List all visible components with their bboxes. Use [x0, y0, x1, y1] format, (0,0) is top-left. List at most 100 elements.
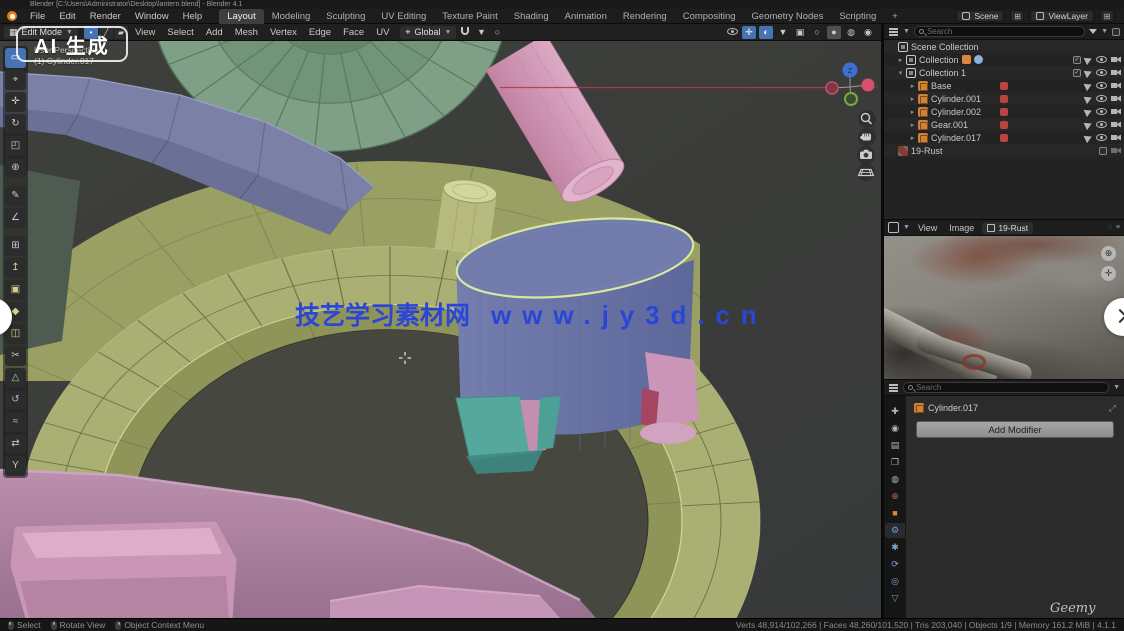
rotate-tool[interactable]: ↻: [5, 114, 26, 134]
outliner-search-input[interactable]: Search: [914, 26, 1085, 37]
properties-search-input[interactable]: Search: [903, 382, 1109, 393]
smooth-tool[interactable]: ≈: [5, 412, 26, 432]
menu-face[interactable]: Face: [338, 24, 369, 41]
menu-select[interactable]: Select: [162, 24, 198, 41]
gizmo-x-pos[interactable]: [862, 79, 875, 92]
tool-tab[interactable]: ✚: [885, 404, 905, 419]
add-modifier-button[interactable]: Add Modifier: [916, 421, 1114, 438]
gizmo-y-pos[interactable]: [845, 93, 857, 105]
render-visibility-icon[interactable]: [1111, 82, 1121, 89]
visibility-eye-icon[interactable]: [1096, 56, 1107, 63]
snap-magnet-icon[interactable]: [458, 26, 472, 39]
selectable-toggle-icon[interactable]: [1084, 106, 1094, 116]
menu-image[interactable]: Image: [945, 223, 978, 233]
image-zoom-gizmo-icon[interactable]: ⊕: [1101, 246, 1116, 261]
render-visibility-icon[interactable]: [1111, 134, 1121, 141]
selectable-toggle-icon[interactable]: [1084, 54, 1094, 64]
inset-faces-tool[interactable]: ▣: [5, 280, 26, 300]
render-visibility-icon[interactable]: [1111, 95, 1121, 102]
tab-texture-paint[interactable]: Texture Paint: [434, 9, 505, 24]
menu-add[interactable]: Add: [201, 24, 228, 41]
move-tool[interactable]: ✛: [5, 92, 26, 112]
outliner-row-scene-collection[interactable]: Scene Collection: [884, 40, 1124, 53]
blender-logo-icon[interactable]: [7, 11, 17, 21]
constraints-tab[interactable]: ◎: [885, 574, 905, 589]
add-cube-tool[interactable]: ⊞: [5, 236, 26, 256]
disclosure-icon[interactable]: ▾: [896, 69, 905, 77]
menu-window[interactable]: Window: [128, 9, 176, 24]
new-collection-button[interactable]: [1112, 28, 1120, 36]
outliner-row-object[interactable]: ▸ Cylinder.002: [884, 105, 1124, 118]
scene-selector[interactable]: Scene: [956, 10, 1004, 22]
outliner-row-object[interactable]: ▸ Base: [884, 79, 1124, 92]
menu-help[interactable]: Help: [176, 9, 210, 24]
menu-mesh[interactable]: Mesh: [230, 24, 263, 41]
menu-view[interactable]: View: [914, 223, 941, 233]
snap-options-dropdown[interactable]: ▼: [474, 26, 488, 39]
tab-geometry-nodes[interactable]: Geometry Nodes: [744, 9, 832, 24]
render-visibility-icon[interactable]: [1111, 121, 1121, 128]
annotate-tool[interactable]: ✎: [5, 186, 26, 206]
extrude-region-tool[interactable]: ↥: [5, 258, 26, 278]
spin-tool[interactable]: ↺: [5, 390, 26, 410]
selectable-toggle-icon[interactable]: [1084, 93, 1094, 103]
new-view-layer-button[interactable]: ⊞: [1100, 10, 1114, 22]
tab-modeling[interactable]: Modeling: [264, 9, 319, 24]
shading-solid-button[interactable]: ●: [827, 26, 841, 39]
visibility-eye-icon[interactable]: [1096, 134, 1107, 141]
tab-layout[interactable]: Layout: [219, 9, 264, 24]
disclosure-icon[interactable]: ▸: [908, 95, 917, 103]
visibility-eye-icon[interactable]: [1096, 82, 1107, 89]
cursor-tool[interactable]: ⌖: [5, 70, 26, 90]
physics-tab[interactable]: ⟳: [885, 557, 905, 572]
transform-orientation-selector[interactable]: ⌖ Global ▼: [400, 26, 456, 39]
collection-checkbox[interactable]: ✓: [1073, 69, 1081, 77]
data-tab[interactable]: ▽: [885, 591, 905, 606]
menu-edit[interactable]: Edit: [52, 9, 82, 24]
image-datablock-selector[interactable]: 19-Rust: [982, 222, 1033, 234]
object-tab[interactable]: ■: [885, 506, 905, 521]
selectable-toggle-icon[interactable]: [1084, 67, 1094, 77]
options-icon[interactable]: ≡: [1116, 224, 1120, 231]
checkbox[interactable]: [1099, 147, 1107, 155]
outliner-row-object[interactable]: ▸ Cylinder.001: [884, 92, 1124, 105]
world-tab[interactable]: ⊕: [885, 489, 905, 504]
selectable-toggle-icon[interactable]: [1084, 80, 1094, 90]
collection-checkbox[interactable]: ✓: [1073, 56, 1081, 64]
disclosure-icon[interactable]: ▸: [908, 134, 917, 142]
image-pan-gizmo-icon[interactable]: ✛: [1101, 266, 1116, 281]
menu-vertex[interactable]: Vertex: [265, 24, 302, 41]
visibility-eye-icon[interactable]: [1096, 69, 1107, 76]
render-visibility-icon[interactable]: [1111, 147, 1121, 154]
show-overlays-toggle[interactable]: ◐: [759, 26, 773, 39]
xray-toggle[interactable]: ▣: [793, 26, 807, 39]
texture-image-view[interactable]: ⊕ ✛: [884, 236, 1124, 379]
disclosure-icon[interactable]: ▸: [896, 56, 905, 64]
scene-tab[interactable]: ◍: [885, 472, 905, 487]
expand-icon[interactable]: ⤢: [1109, 403, 1116, 414]
visibility-dropdown[interactable]: [725, 26, 739, 39]
outliner-row-collection[interactable]: ▸ Collection ✓: [884, 53, 1124, 66]
modifiers-tab wrench-icon[interactable]: ⚙: [885, 523, 905, 538]
chevron-down-icon[interactable]: ▼: [1113, 384, 1120, 391]
gizmo-x-neg[interactable]: [826, 82, 838, 94]
transform-tool[interactable]: ⊕: [5, 158, 26, 178]
add-workspace-button[interactable]: +: [884, 9, 906, 24]
poly-build-tool[interactable]: △: [5, 368, 26, 388]
image-editor-icon[interactable]: [888, 222, 899, 233]
visibility-eye-icon[interactable]: [1096, 95, 1107, 102]
render-visibility-icon[interactable]: [1111, 108, 1121, 115]
show-gizmos-toggle[interactable]: ✛: [742, 26, 756, 39]
filter-icon[interactable]: [1089, 29, 1097, 34]
outliner-row-object[interactable]: ▸ Gear.001: [884, 118, 1124, 131]
menu-file[interactable]: File: [23, 9, 52, 24]
view-layer-selector[interactable]: ViewLayer: [1030, 10, 1094, 22]
menu-uv[interactable]: UV: [371, 24, 394, 41]
menu-render[interactable]: Render: [83, 9, 128, 24]
disclosure-icon[interactable]: ▸: [908, 82, 917, 90]
tab-uv-editing[interactable]: UV Editing: [373, 9, 434, 24]
outliner-editor-icon[interactable]: [888, 26, 899, 37]
tab-compositing[interactable]: Compositing: [675, 9, 744, 24]
outliner-row-image[interactable]: 19-Rust: [884, 144, 1124, 157]
shading-material-button[interactable]: ◍: [844, 26, 858, 39]
